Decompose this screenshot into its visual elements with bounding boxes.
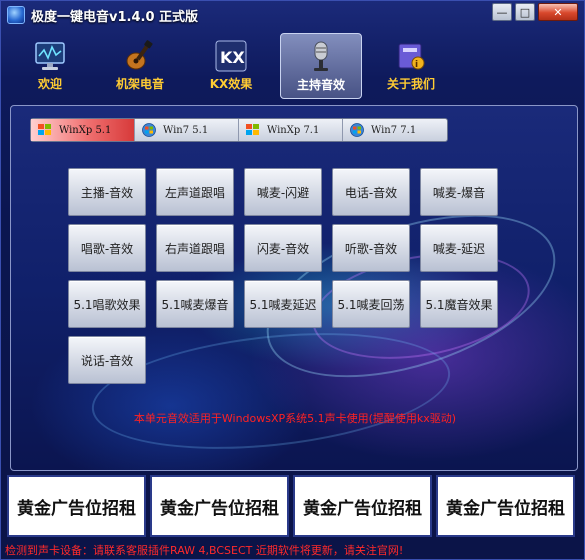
effect-button-shout-dodge[interactable]: 喊麦-闪避 [244, 168, 322, 216]
minimize-button[interactable]: — [492, 3, 512, 21]
effect-button-host[interactable]: 主播-音效 [68, 168, 146, 216]
tab-label: WinXp 5.1 [59, 124, 112, 136]
maximize-button[interactable]: □ [515, 3, 535, 21]
tab-label: WinXp 7.1 [267, 124, 320, 136]
effect-button-phone[interactable]: 电话-音效 [332, 168, 410, 216]
effect-button-left-channel-sing[interactable]: 左声道跟唱 [156, 168, 234, 216]
tab-winxp-5-1[interactable]: WinXp 5.1 [31, 119, 135, 141]
effect-button-51-magic-voice[interactable]: 5.1魔音效果 [420, 280, 498, 328]
svg-text:KX: KX [220, 48, 245, 67]
effects-panel: WinXp 5.1 Win7 5.1 WinXp 7.1 Win7 7.1 主播… [10, 105, 578, 471]
tab-label: Win7 5.1 [163, 124, 209, 136]
effect-button-51-shout-delay[interactable]: 5.1喊麦延迟 [244, 280, 322, 328]
effect-button-51-shout-echo[interactable]: 5.1喊麦回荡 [332, 280, 410, 328]
nav-item-about-us[interactable]: i 关于我们 [370, 33, 452, 99]
ad-banner-row: 黄金广告位招租 黄金广告位招租 黄金广告位招租 黄金广告位招租 [7, 475, 580, 537]
microphone-icon [304, 40, 338, 74]
effect-button-flash-mic[interactable]: 闪麦-音效 [244, 224, 322, 272]
ad-banner[interactable]: 黄金广告位招租 [7, 475, 146, 537]
windows7-orb-icon [349, 123, 365, 137]
app-logo-icon [7, 6, 25, 24]
effect-button-shout-delay[interactable]: 喊麦-延迟 [420, 224, 498, 272]
nav-item-rack-electro[interactable]: 机架电音 [99, 33, 181, 99]
ad-banner[interactable]: 黄金广告位招租 [436, 475, 575, 537]
windows-logo-icon [37, 123, 53, 137]
notebook-icon: i [394, 39, 428, 73]
effect-button-listen[interactable]: 听歌-音效 [332, 224, 410, 272]
nav-item-host-effects[interactable]: 主持音效 [280, 33, 362, 99]
ad-banner[interactable]: 黄金广告位招租 [293, 475, 432, 537]
nav-label-host-effects: 主持音效 [296, 78, 345, 92]
effect-button-51-shout-boom[interactable]: 5.1喊麦爆音 [156, 280, 234, 328]
ad-banner[interactable]: 黄金广告位招租 [150, 475, 289, 537]
tab-win7-5-1[interactable]: Win7 5.1 [135, 119, 239, 141]
os-tab-bar: WinXp 5.1 Win7 5.1 WinXp 7.1 Win7 7.1 [30, 118, 448, 142]
nav-label-about-us: 关于我们 [386, 77, 435, 91]
nav-label-welcome: 欢迎 [37, 77, 62, 91]
window-title: 极度一键电音v1.4.0 正式版 [31, 10, 199, 25]
nav-label-rack-electro: 机架电音 [115, 77, 164, 91]
close-button[interactable]: ✕ [538, 3, 578, 21]
tab-label: Win7 7.1 [371, 124, 417, 136]
windows7-orb-icon [141, 123, 157, 137]
effect-button-shout-boom[interactable]: 喊麦-爆音 [420, 168, 498, 216]
effect-button-speech[interactable]: 说话-音效 [68, 336, 146, 384]
compatibility-notice: 本单元音效适用于WindowsXP系统5.1声卡使用(提醒使用kx驱动) [133, 412, 457, 425]
nav-label-kx-effects: KX效果 [209, 77, 253, 91]
windows-logo-icon [245, 123, 261, 137]
top-navigation: 欢迎 机架电音 KX KX效果 主持音效 i 关于我们 [1, 29, 585, 101]
effect-button-singing[interactable]: 唱歌-音效 [68, 224, 146, 272]
app-window: 极度一键电音v1.4.0 正式版 — □ ✕ 欢迎 机架电音 KX KX效果 主… [0, 0, 585, 560]
kx-icon: KX [214, 39, 248, 73]
nav-item-kx-effects[interactable]: KX KX效果 [190, 33, 272, 99]
effect-button-right-channel-sing[interactable]: 右声道跟唱 [156, 224, 234, 272]
effect-button-grid: 主播-音效 左声道跟唱 喊麦-闪避 电话-音效 喊麦-爆音 唱歌-音效 右声道跟… [68, 168, 508, 388]
status-bar: 检测到声卡设备：请联系客服插件RAW 4,BCSECT 近期软件将更新，请关注官… [5, 544, 404, 557]
guitar-icon [123, 39, 157, 73]
tab-winxp-7-1[interactable]: WinXp 7.1 [239, 119, 343, 141]
title-bar: 极度一键电音v1.4.0 正式版 — □ ✕ [1, 1, 585, 27]
effect-button-51-singing[interactable]: 5.1唱歌效果 [68, 280, 146, 328]
svg-text:i: i [415, 60, 418, 70]
tab-win7-7-1[interactable]: Win7 7.1 [343, 119, 447, 141]
nav-item-welcome[interactable]: 欢迎 [9, 33, 91, 99]
monitor-icon [33, 39, 67, 73]
